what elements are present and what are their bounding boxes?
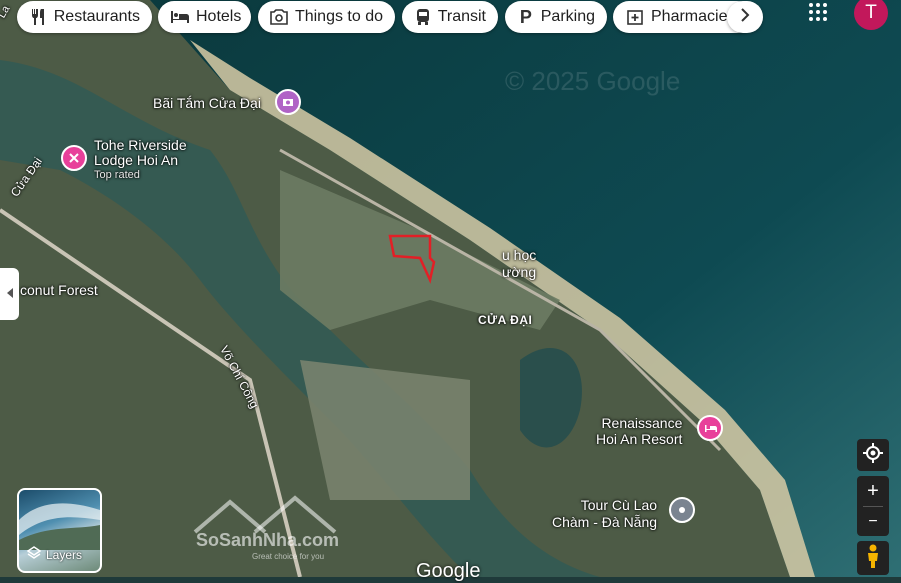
camera-pin-icon[interactable] [275,89,301,115]
chip-things-to-do[interactable]: Things to do [258,1,395,33]
area-label-cua-dai: CỬA ĐẠI [478,313,533,327]
camera-icon [270,7,289,27]
place-label-coconut-forest[interactable]: conut Forest [20,282,98,298]
zoom-in-button[interactable]: + [867,476,879,506]
resort-line-2: Hoi An Resort [596,431,683,447]
google-logo: Google [416,560,481,582]
crosshair-icon [863,442,883,468]
my-location-button[interactable] [857,439,889,471]
chip-label: Things to do [294,8,383,25]
school-line-1: u học [502,247,537,263]
place-label-tour[interactable]: Tour Cù Lao Chàm - Đà Nẵng [552,497,657,531]
bed-pin-icon[interactable] [697,415,723,441]
watermark-tagline: Great choice for you [252,552,325,561]
bus-icon [414,7,432,27]
bed-icon [170,7,190,27]
satellite-map[interactable] [0,0,901,577]
chip-label: Parking [540,8,595,25]
chip-label: Hotels [196,8,242,25]
tour-line-2: Chàm - Đà Nẵng [552,514,658,530]
zoom-out-button[interactable]: − [868,507,877,536]
zoom-controls: + − [857,476,889,536]
resort-line-1: Renaissance [601,415,683,431]
school-line-2: ường [502,264,537,280]
watermark-name: SoSanhNha.com [196,530,340,550]
street-view-pegman-button[interactable] [857,541,889,575]
apps-grid-icon[interactable] [808,2,828,22]
parking-icon: P [519,6,532,27]
chip-label: Transit [437,8,486,25]
watermark-house-logo [193,495,337,534]
map-copyright: © 2025 Google [505,66,681,96]
chips-scroll-right-button[interactable] [727,1,763,33]
lodge-name: Tohe Riverside Lodge Hoi An [94,137,187,168]
chip-transit[interactable]: Transit [402,1,498,33]
chip-parking[interactable]: P Parking [505,1,607,33]
caret-left-icon [6,285,13,303]
place-label-school[interactable]: u học ường [502,247,536,281]
chevron-right-icon [740,7,750,27]
chip-restaurants[interactable]: Restaurants [17,1,152,33]
minus-icon: − [868,512,878,530]
pharmacy-icon [625,7,645,27]
fork-knife-icon [29,7,48,27]
layers-icon [26,546,42,563]
plus-icon: + [867,479,879,502]
chip-label: Pharmacies [651,8,736,25]
pegman-icon [866,544,880,573]
layers-text: Layers [46,547,83,562]
lodge-rating: Top rated [94,169,140,181]
layers-label: Layers [26,546,83,563]
hotel-pin-icon[interactable] [61,145,87,171]
location-pin-icon[interactable] [669,497,695,523]
layers-button[interactable]: Layers [17,488,102,573]
chip-hotels[interactable]: Hotels [158,1,251,33]
tour-line-1: Tour Cù Lao [580,497,658,513]
place-label-resort[interactable]: Renaissance Hoi An Resort [596,415,682,447]
place-label-beach[interactable]: Bãi Tắm Cửa Đại [153,95,261,111]
chip-label: Restaurants [53,8,140,25]
collapse-side-panel-button[interactable] [0,268,19,320]
layers-thumbnail [19,503,100,550]
place-label-lodge[interactable]: Tohe Riverside Lodge Hoi An Top rated [94,138,202,183]
